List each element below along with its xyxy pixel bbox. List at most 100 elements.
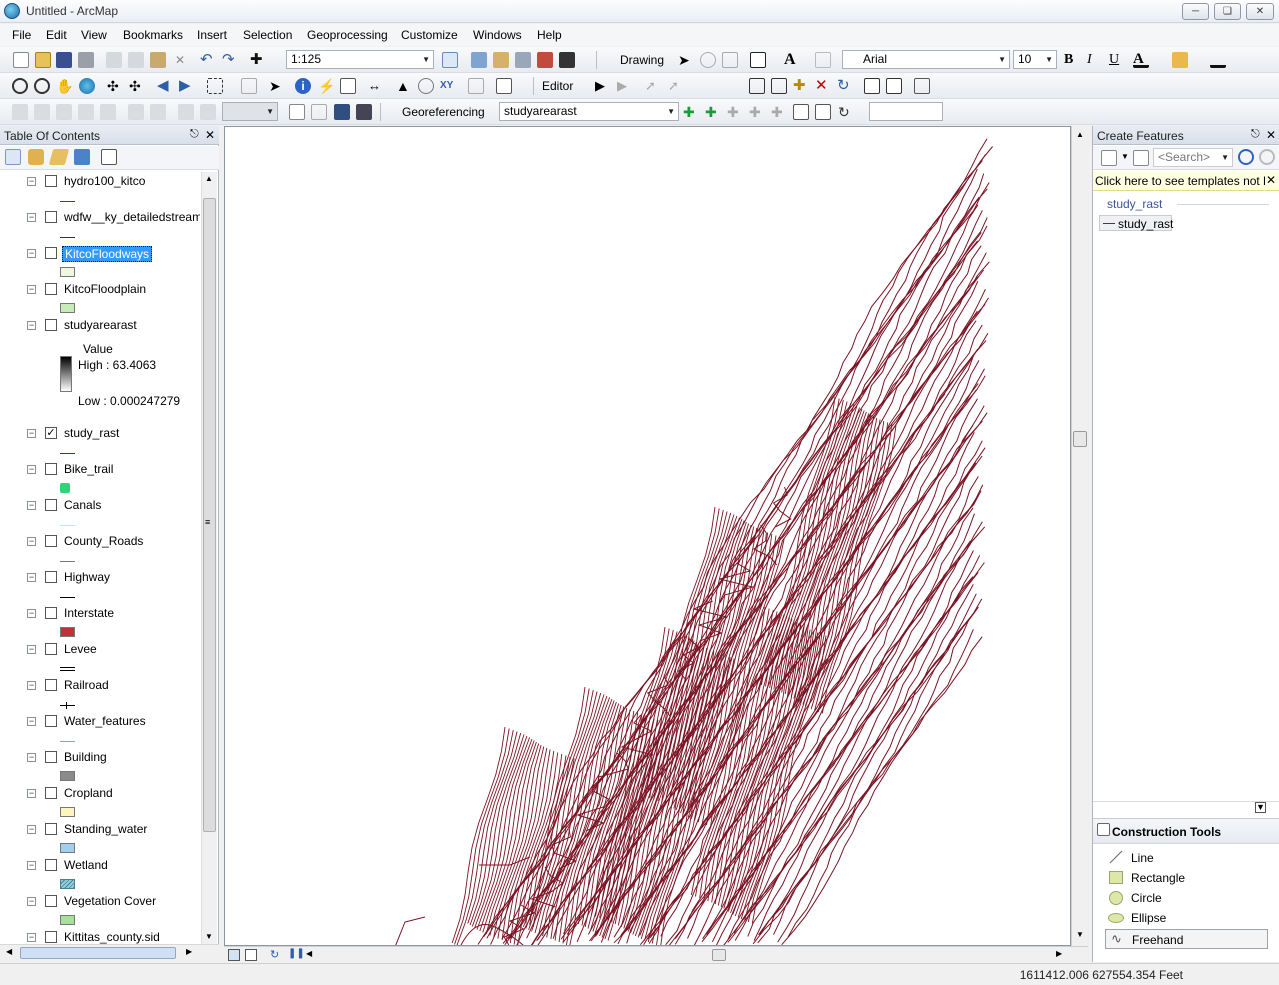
select-elements-icon[interactable]: ➤ bbox=[269, 78, 285, 94]
template-search-input[interactable]: <Search> ▼ bbox=[1153, 148, 1233, 167]
edit-vertices-icon[interactable] bbox=[815, 52, 831, 68]
auto-registration-icon[interactable]: ✚ bbox=[705, 104, 721, 120]
editor-menu[interactable]: Editor bbox=[542, 79, 573, 93]
layout-back-icon[interactable] bbox=[178, 104, 194, 120]
measure-icon[interactable]: ↔ bbox=[368, 78, 384, 94]
fixed-zoom-out-icon[interactable]: ✣ bbox=[129, 78, 145, 94]
change-layout-icon[interactable] bbox=[334, 104, 350, 120]
restore-button[interactable]: ❏ bbox=[1214, 3, 1241, 20]
full-extent-icon[interactable] bbox=[79, 78, 95, 94]
menu-insert[interactable]: Insert bbox=[197, 28, 227, 42]
layout-zoom-combo[interactable]: ▼ bbox=[222, 102, 278, 121]
tool-rectangle[interactable]: Rectangle bbox=[1103, 868, 1268, 888]
georeference-layer-combo[interactable]: studyarearast ▼ bbox=[499, 102, 679, 121]
redo-icon[interactable]: ↷ bbox=[222, 52, 238, 68]
font-color-icon[interactable]: A bbox=[1133, 52, 1149, 68]
view-link-table-icon[interactable] bbox=[793, 104, 809, 120]
drawing-menu[interactable]: Drawing bbox=[620, 53, 664, 67]
close-icon[interactable]: ✕ bbox=[205, 128, 215, 142]
zoom-whole-page-icon[interactable] bbox=[722, 52, 738, 68]
scroll-left-icon[interactable]: ◀ bbox=[306, 949, 312, 958]
layout-forward-icon[interactable] bbox=[200, 104, 216, 120]
collapse-toggle-icon[interactable]: − bbox=[27, 753, 36, 762]
scroll-up-icon[interactable]: ▲ bbox=[1076, 130, 1084, 139]
layer-visibility-checkbox[interactable]: ✓ bbox=[45, 427, 57, 439]
font-name-combo[interactable]: Arial ▼ bbox=[842, 50, 1010, 69]
template-item-study-rast[interactable]: study_rast bbox=[1099, 215, 1173, 231]
collapse-toggle-icon[interactable]: − bbox=[27, 213, 36, 222]
arcmap-app-icon[interactable] bbox=[4, 3, 20, 19]
layer-visibility-checkbox[interactable] bbox=[45, 751, 57, 763]
layer-row[interactable]: − KitcoFloodplain bbox=[0, 280, 200, 316]
select-features-icon[interactable] bbox=[207, 78, 223, 94]
layer-row[interactable]: − Water_features bbox=[0, 712, 200, 748]
menu-bookmarks[interactable]: Bookmarks bbox=[123, 28, 183, 42]
bold-button[interactable]: B bbox=[1064, 52, 1073, 68]
add-data-icon[interactable]: ✚ bbox=[250, 52, 266, 68]
georeferencing-menu[interactable]: Georeferencing bbox=[402, 105, 485, 119]
collapse-toggle-icon[interactable]: − bbox=[27, 933, 36, 942]
layer-name[interactable]: KitcoFloodways bbox=[62, 246, 153, 262]
underline-button[interactable]: U bbox=[1109, 52, 1119, 68]
rotation-angle-input[interactable] bbox=[869, 102, 943, 121]
reshape-icon[interactable] bbox=[771, 78, 787, 94]
layer-name[interactable]: Bike_trail bbox=[64, 462, 113, 476]
layer-visibility-checkbox[interactable] bbox=[45, 895, 57, 907]
edit-tool-icon[interactable]: ▶ bbox=[595, 78, 611, 94]
data-view-icon[interactable] bbox=[228, 949, 240, 961]
menu-view[interactable]: View bbox=[81, 28, 107, 42]
map-vscroll-thumb[interactable] bbox=[1073, 431, 1087, 447]
collapse-toggle-icon[interactable]: − bbox=[27, 789, 36, 798]
collapse-toggle-icon[interactable]: − bbox=[27, 861, 36, 870]
scroll-left-icon[interactable]: ◀ bbox=[6, 947, 12, 956]
delete-icon[interactable]: ✕ bbox=[172, 52, 188, 68]
layer-name[interactable]: Kittitas_county.sid bbox=[64, 930, 160, 944]
identify-icon[interactable]: i bbox=[295, 78, 311, 94]
hyperlink-icon[interactable]: ⚡ bbox=[318, 78, 335, 94]
layout-tool-icon[interactable] bbox=[12, 104, 28, 120]
collapse-toggle-icon[interactable]: − bbox=[27, 429, 36, 438]
copy-icon[interactable] bbox=[128, 52, 144, 68]
rectangle-icon[interactable] bbox=[750, 52, 766, 68]
collapse-toggle-icon[interactable]: − bbox=[27, 573, 36, 582]
cut-icon[interactable] bbox=[106, 52, 122, 68]
python-window-icon[interactable] bbox=[559, 52, 575, 68]
create-viewer-window-icon[interactable] bbox=[496, 78, 512, 94]
point-icon[interactable] bbox=[722, 78, 738, 94]
collapse-toggle-icon[interactable]: − bbox=[27, 465, 36, 474]
map-display[interactable] bbox=[224, 126, 1071, 946]
layer-name[interactable]: Interstate bbox=[64, 606, 114, 620]
save-icon[interactable] bbox=[56, 52, 72, 68]
layer-name[interactable]: study_rast bbox=[64, 426, 119, 440]
catalog-icon[interactable] bbox=[493, 52, 509, 68]
fixed-zoom-in-icon[interactable]: ✣ bbox=[107, 78, 123, 94]
search-icon[interactable] bbox=[1238, 149, 1254, 165]
list-by-selection-icon[interactable] bbox=[74, 149, 90, 165]
layer-visibility-checkbox[interactable] bbox=[45, 823, 57, 835]
find-icon[interactable]: ▲ bbox=[396, 78, 412, 94]
html-popup-icon[interactable] bbox=[340, 78, 356, 94]
zoom-in-icon[interactable] bbox=[12, 78, 28, 94]
undo-icon[interactable]: ↶ bbox=[200, 52, 216, 68]
print-icon[interactable] bbox=[78, 52, 94, 68]
tool-ellipse[interactable]: Ellipse bbox=[1103, 908, 1268, 928]
toc-horizontal-scrollbar[interactable]: ◀ ▶ bbox=[0, 944, 219, 962]
layer-name[interactable]: Building bbox=[64, 750, 107, 764]
layer-visibility-checkbox[interactable] bbox=[45, 715, 57, 727]
panel-splitter[interactable]: ▼ bbox=[1093, 801, 1279, 815]
menu-file[interactable]: File bbox=[12, 28, 31, 42]
layer-visibility-checkbox[interactable] bbox=[45, 211, 57, 223]
sketch-properties-icon[interactable] bbox=[886, 78, 902, 94]
scale-georef-icon[interactable]: ✚ bbox=[771, 104, 787, 120]
layer-name[interactable]: Highway bbox=[64, 570, 110, 584]
layout-fixed-zoom-icon[interactable] bbox=[128, 104, 144, 120]
toc-options-icon[interactable] bbox=[101, 149, 117, 165]
font-size-combo[interactable]: 10 ▼ bbox=[1013, 50, 1057, 69]
menu-geoprocessing[interactable]: Geoprocessing bbox=[307, 28, 388, 42]
tool-line[interactable]: Line bbox=[1103, 848, 1268, 868]
layer-name[interactable]: Cropland bbox=[64, 786, 113, 800]
layer-visibility-checkbox[interactable] bbox=[45, 931, 57, 943]
rotate-tool-icon[interactable]: ↻ bbox=[837, 78, 853, 94]
scroll-up-icon[interactable]: ▲ bbox=[205, 174, 213, 183]
layer-name[interactable]: County_Roads bbox=[64, 534, 143, 548]
